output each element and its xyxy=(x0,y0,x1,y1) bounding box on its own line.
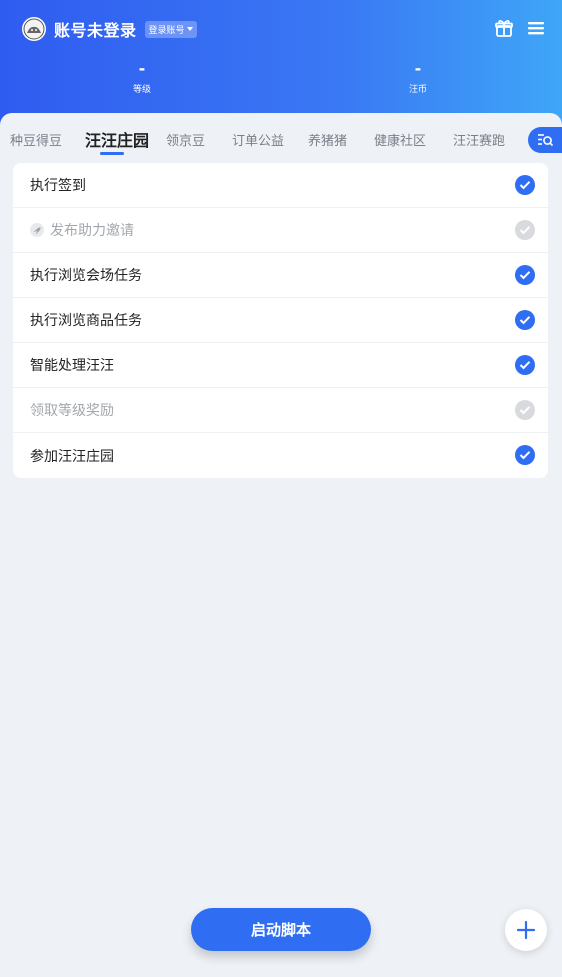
avatar[interactable] xyxy=(22,17,46,41)
tab-raise-pig[interactable]: 养猪猪 xyxy=(308,130,347,149)
check-icon xyxy=(515,220,535,240)
task-row[interactable]: 参加汪汪庄园 xyxy=(13,433,548,478)
check-icon[interactable] xyxy=(515,175,535,195)
tab-wangwang-farm[interactable]: 汪汪庄园 xyxy=(85,127,149,151)
coin-value: - xyxy=(414,59,422,78)
task-label: 执行浏览会场任务 xyxy=(30,268,142,284)
tab-bar: 种豆得豆 汪汪庄园 领京豆 订单公益 养猪猪 健康社区 汪汪赛跑 xyxy=(0,113,562,163)
start-script-button[interactable]: 启动脚本 xyxy=(191,908,371,951)
login-account-label: 登录账号 xyxy=(148,25,185,36)
tab-health-community[interactable]: 健康社区 xyxy=(374,130,426,149)
task-list: 执行签到 发布助力邀请 执行浏览会场任务 执行浏览商品任务 智能处理汪汪 领取等… xyxy=(13,163,548,478)
tab-zhongdou[interactable]: 种豆得豆 xyxy=(10,130,62,149)
task-row[interactable]: 执行签到 xyxy=(13,163,548,208)
gift-icon[interactable] xyxy=(494,18,514,38)
task-label: 领取等级奖励 xyxy=(30,403,114,419)
check-icon xyxy=(515,400,535,420)
task-label: 执行浏览商品任务 xyxy=(30,313,142,329)
plus-icon xyxy=(516,920,536,940)
dog-avatar-icon xyxy=(23,18,45,40)
level-stat: - 等级 xyxy=(102,59,182,96)
account-name: 账号未登录 xyxy=(54,21,137,40)
task-label: 智能处理汪汪 xyxy=(30,358,114,374)
chevron-down-icon xyxy=(186,27,193,31)
check-icon[interactable] xyxy=(515,355,535,375)
rocket-icon xyxy=(30,223,44,237)
check-icon[interactable] xyxy=(515,265,535,285)
account-row[interactable]: 账号未登录 登录账号 xyxy=(22,16,197,42)
list-search-icon xyxy=(538,134,554,147)
task-row[interactable]: 智能处理汪汪 xyxy=(13,343,548,388)
task-label: 发布助力邀请 xyxy=(50,223,134,239)
tab-wangwang-race[interactable]: 汪汪赛跑 xyxy=(453,130,505,149)
task-row[interactable]: 执行浏览会场任务 xyxy=(13,253,548,298)
task-label: 参加汪汪庄园 xyxy=(30,448,114,465)
task-row: 发布助力邀请 xyxy=(13,208,548,253)
tab-search-button[interactable] xyxy=(528,127,562,153)
check-icon[interactable] xyxy=(515,445,535,465)
add-button[interactable] xyxy=(505,909,547,951)
login-account-button[interactable]: 登录账号 xyxy=(144,20,197,38)
check-icon[interactable] xyxy=(515,310,535,330)
task-label: 执行签到 xyxy=(30,178,86,194)
task-row: 领取等级奖励 xyxy=(13,388,548,433)
level-label: 等级 xyxy=(132,85,151,95)
coin-label: 汪币 xyxy=(408,85,427,95)
active-tab-indicator xyxy=(100,152,124,155)
tab-order-charity[interactable]: 订单公益 xyxy=(232,130,284,149)
coin-stat: - 汪币 xyxy=(378,59,458,96)
tab-lingjingdou[interactable]: 领京豆 xyxy=(166,130,205,149)
level-value: - xyxy=(138,59,146,78)
app-header: 账号未登录 登录账号 - 等级 - 汪币 xyxy=(0,0,562,125)
menu-icon[interactable] xyxy=(526,18,546,38)
task-row[interactable]: 执行浏览商品任务 xyxy=(13,298,548,343)
